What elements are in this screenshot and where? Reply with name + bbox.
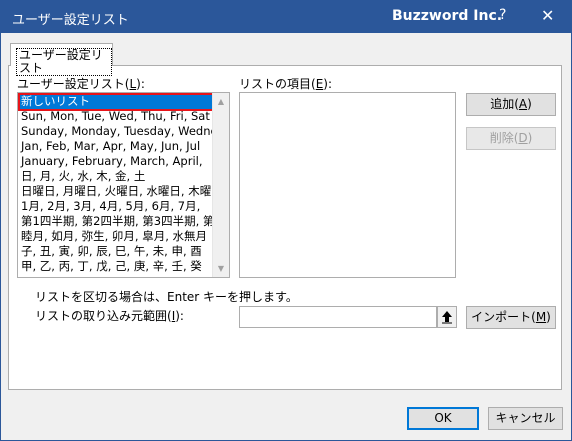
range-select-icon	[442, 311, 452, 324]
custom-lists-dialog: ユーザー設定リスト Buzzword Inc. ? ✕ ユーザー設定リスト ユー…	[0, 0, 572, 441]
delete-button[interactable]: 削除(D)	[466, 127, 556, 150]
list-entries-label: リストの項目(E):	[239, 77, 333, 91]
list-item[interactable]: 日曜日, 月曜日, 火曜日, 水曜日, 木曜	[19, 184, 212, 199]
list-item[interactable]: 睦月, 如月, 弥生, 卯月, 皐月, 水無月	[19, 229, 212, 244]
list-item[interactable]: Jan, Feb, Mar, Apr, May, Jun, Jul	[19, 139, 212, 154]
import-range-input[interactable]	[239, 306, 437, 328]
cancel-button[interactable]: キャンセル	[488, 407, 563, 430]
list-item[interactable]: 1月, 2月, 3月, 4月, 5月, 6月, 7月,	[19, 199, 212, 214]
list-item[interactable]: Sun, Mon, Tue, Wed, Thu, Fri, Sat	[19, 109, 212, 124]
custom-lists-listbox[interactable]: 新しいリスト Sun, Mon, Tue, Wed, Thu, Fri, Sat S…	[17, 92, 230, 278]
scroll-up-icon[interactable]: ▲	[213, 93, 229, 110]
custom-lists-items: 新しいリスト Sun, Mon, Tue, Wed, Thu, Fri, Sat S…	[19, 94, 212, 274]
custom-lists-label: ユーザー設定リスト(L):	[17, 77, 145, 91]
import-button[interactable]: インポート(M)	[466, 306, 556, 329]
list-entries-textbox[interactable]	[239, 92, 456, 278]
list-item[interactable]: 子, 丑, 寅, 卯, 辰, 巳, 午, 未, 申, 酉	[19, 244, 212, 259]
brand-label: Buzzword Inc.	[392, 8, 503, 24]
list-item[interactable]: January, February, March, April,	[19, 154, 212, 169]
range-picker-button[interactable]	[437, 306, 457, 328]
tab-custom-lists[interactable]: ユーザー設定リスト	[10, 43, 113, 76]
dialog-title: ユーザー設定リスト	[12, 13, 129, 28]
list-item[interactable]: 甲, 乙, 丙, 丁, 戊, 己, 庚, 辛, 壬, 癸	[19, 259, 212, 274]
list-item[interactable]: 日, 月, 火, 水, 木, 金, 土	[19, 169, 212, 184]
vertical-scrollbar[interactable]: ▲ ▼	[212, 93, 229, 277]
close-icon[interactable]: ✕	[541, 6, 554, 25]
scroll-down-icon[interactable]: ▼	[213, 260, 229, 277]
help-button[interactable]: ?	[499, 7, 506, 23]
list-item[interactable]: 第1四半期, 第2四半期, 第3四半期, 第	[19, 214, 212, 229]
list-item[interactable]: 新しいリスト	[19, 94, 212, 109]
add-button[interactable]: 追加(A)	[466, 93, 556, 116]
separator-hint: リストを区切る場合は、Enter キーを押します。	[35, 290, 298, 304]
list-item[interactable]: Sunday, Monday, Tuesday, Wednesday	[19, 124, 212, 139]
tab-label: ユーザー設定リスト	[16, 48, 112, 76]
ok-button[interactable]: OK	[407, 407, 479, 430]
title-bar[interactable]: ユーザー設定リスト Buzzword Inc. ? ✕	[1, 1, 571, 33]
import-range-label: リストの取り込み元範囲(I):	[35, 309, 184, 323]
